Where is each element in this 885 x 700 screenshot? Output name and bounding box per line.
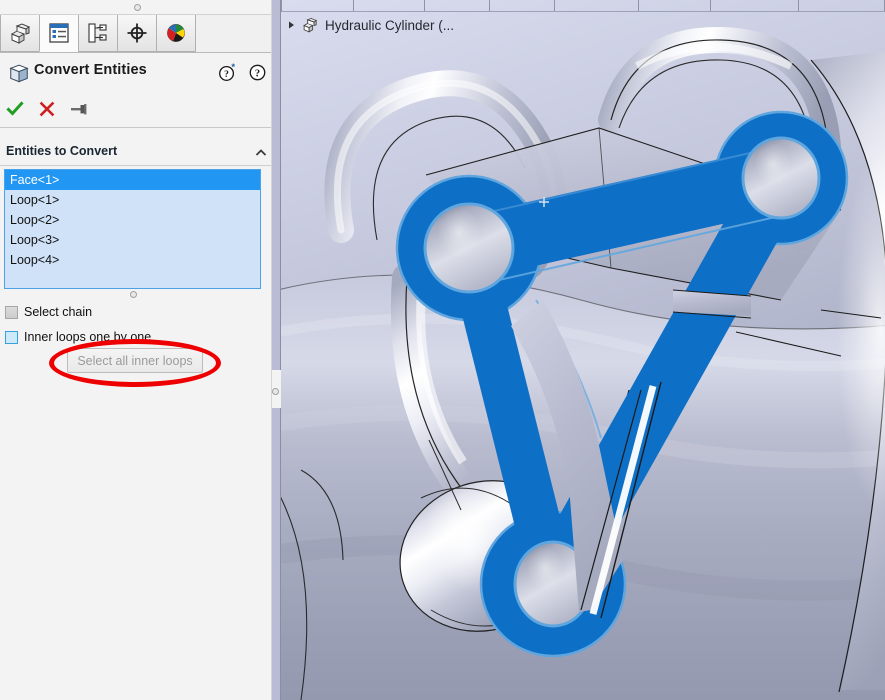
list-item[interactable]: Face<1> <box>5 170 260 190</box>
panel-top-splitter[interactable] <box>0 0 280 15</box>
tab-configuration-manager[interactable] <box>78 15 118 52</box>
checkmark-green-icon <box>5 99 25 119</box>
splitter-collapse-handle[interactable] <box>272 388 279 395</box>
page-title: Convert Entities <box>34 62 147 78</box>
display-appearance-sphere-icon <box>164 21 188 45</box>
inner-loops-one-by-one-checkbox-row[interactable]: Inner loops one by one <box>5 328 151 346</box>
feature-header: Convert Entities ? * ? <box>0 53 280 91</box>
splitter-bar-upper[interactable] <box>272 0 281 370</box>
svg-text:*: * <box>231 63 235 73</box>
graphics-viewport[interactable] <box>281 0 885 700</box>
ok-button[interactable] <box>2 96 28 122</box>
solidworks-window: Convert Entities ? * ? <box>0 0 885 700</box>
chevron-up-icon[interactable] <box>254 146 268 160</box>
entities-to-convert-section-header[interactable]: Entities to Convert <box>0 141 280 165</box>
pin-button[interactable] <box>66 96 92 122</box>
property-list-icon <box>47 21 71 45</box>
model-render <box>281 0 885 700</box>
cancel-red-x-icon <box>37 99 57 119</box>
select-all-inner-loops-button[interactable]: Select all inner loops <box>67 348 203 373</box>
manager-tab-strip <box>0 15 280 53</box>
convert-entities-cube-icon <box>8 61 30 83</box>
configuration-icon <box>86 21 110 45</box>
list-resize-handle[interactable] <box>130 291 137 298</box>
breadcrumb-label[interactable]: Hydraulic Cylinder (... <box>325 18 454 33</box>
inner-loops-one-by-one-label: Inner loops one by one <box>24 330 151 344</box>
part-cube-icon <box>8 21 32 45</box>
boss-hole-top-right <box>743 138 819 218</box>
panel-top-splitter-handle[interactable] <box>134 4 141 11</box>
svg-text:?: ? <box>255 68 260 79</box>
tab-display-manager[interactable] <box>156 15 196 52</box>
tab-property-manager[interactable] <box>39 15 79 52</box>
property-manager-panel: Convert Entities ? * ? <box>0 0 280 700</box>
svg-text:?: ? <box>224 70 229 80</box>
section-divider <box>0 165 280 166</box>
list-item[interactable]: Loop<1> <box>5 190 260 210</box>
list-item[interactable]: Loop<2> <box>5 210 260 230</box>
entities-to-convert-list[interactable]: Face<1> Loop<1> Loop<2> Loop<3> Loop<4> <box>4 169 261 289</box>
select-chain-checkbox-row[interactable]: Select chain <box>5 303 92 321</box>
help-question-icon[interactable]: ? <box>248 63 267 82</box>
cancel-button[interactable] <box>34 96 60 122</box>
section-title: Entities to Convert <box>6 144 117 158</box>
breadcrumb: Hydraulic Cylinder (... <box>281 12 885 38</box>
boss-hole-top-left <box>425 204 513 292</box>
list-item[interactable]: Loop<3> <box>5 230 260 250</box>
select-chain-label: Select chain <box>24 305 92 319</box>
tab-dimxpert-manager[interactable] <box>117 15 157 52</box>
tab-feature-manager-design-tree[interactable] <box>0 15 40 52</box>
select-chain-checkbox[interactable] <box>5 306 18 319</box>
confirmation-toolbar <box>0 92 280 128</box>
pushpin-icon <box>69 99 89 119</box>
splitter-bar-lower[interactable] <box>272 408 281 700</box>
part-cube-icon <box>302 17 319 34</box>
help-whatsnew-icon[interactable]: ? * <box>218 63 237 82</box>
dimxpert-target-icon <box>125 21 149 45</box>
inner-loops-one-by-one-checkbox[interactable] <box>5 331 18 344</box>
list-item[interactable]: Loop<4> <box>5 250 260 270</box>
triangle-right-icon[interactable] <box>287 20 296 30</box>
